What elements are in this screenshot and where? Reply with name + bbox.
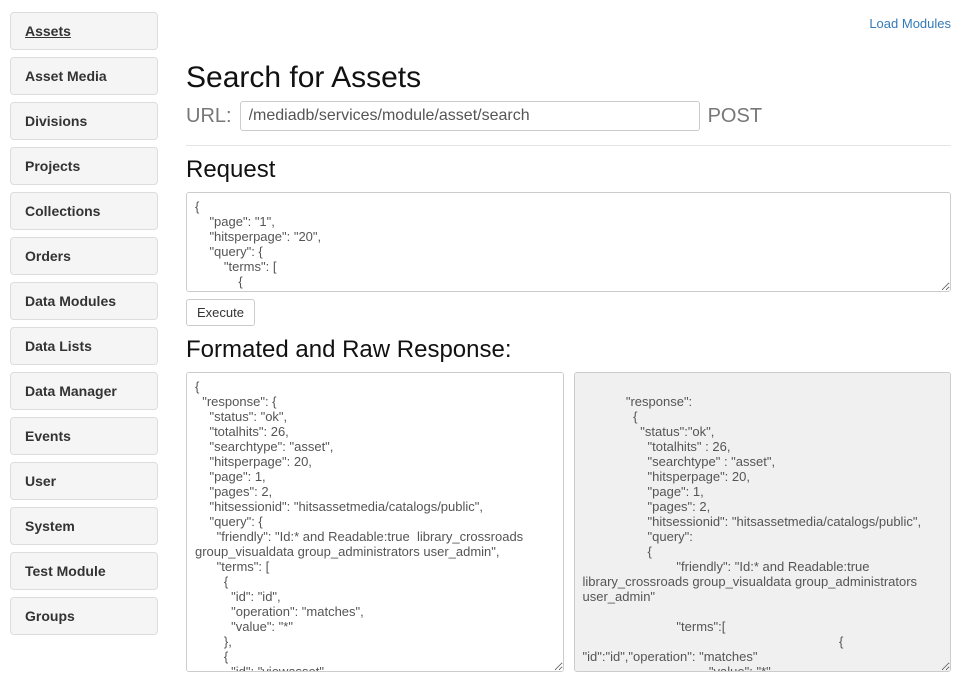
sidebar-item-divisions[interactable]: Divisions	[10, 102, 158, 140]
url-input[interactable]	[240, 101, 700, 131]
sidebar-item-orders[interactable]: Orders	[10, 237, 158, 275]
sidebar-item-user[interactable]: User	[10, 462, 158, 500]
topbar: Load Modules	[186, 16, 951, 31]
sidebar-item-groups[interactable]: Groups	[10, 597, 158, 635]
sidebar: Assets Asset Media Divisions Projects Co…	[0, 0, 168, 690]
sidebar-item-asset-media[interactable]: Asset Media	[10, 57, 158, 95]
sidebar-item-collections[interactable]: Collections	[10, 192, 158, 230]
response-title: Formated and Raw Response:	[186, 336, 951, 364]
url-row: URL: POST	[186, 101, 951, 146]
request-body-textarea[interactable]	[186, 192, 951, 292]
raw-response-textarea[interactable]	[574, 372, 952, 672]
sidebar-item-events[interactable]: Events	[10, 417, 158, 455]
page-title: Search for Assets	[186, 61, 951, 95]
request-title: Request	[186, 156, 951, 184]
formatted-response-textarea[interactable]	[186, 372, 564, 672]
url-label: URL:	[186, 105, 232, 128]
sidebar-item-assets[interactable]: Assets	[10, 12, 158, 50]
response-row	[186, 372, 951, 672]
sidebar-item-data-modules[interactable]: Data Modules	[10, 282, 158, 320]
sidebar-item-data-lists[interactable]: Data Lists	[10, 327, 158, 365]
sidebar-item-system[interactable]: System	[10, 507, 158, 545]
sidebar-item-data-manager[interactable]: Data Manager	[10, 372, 158, 410]
sidebar-item-projects[interactable]: Projects	[10, 147, 158, 185]
execute-button[interactable]: Execute	[186, 299, 255, 326]
main-content: Load Modules Search for Assets URL: POST…	[168, 0, 969, 690]
sidebar-item-test-module[interactable]: Test Module	[10, 552, 158, 590]
load-modules-link[interactable]: Load Modules	[869, 16, 951, 31]
http-method-label: POST	[708, 105, 762, 128]
